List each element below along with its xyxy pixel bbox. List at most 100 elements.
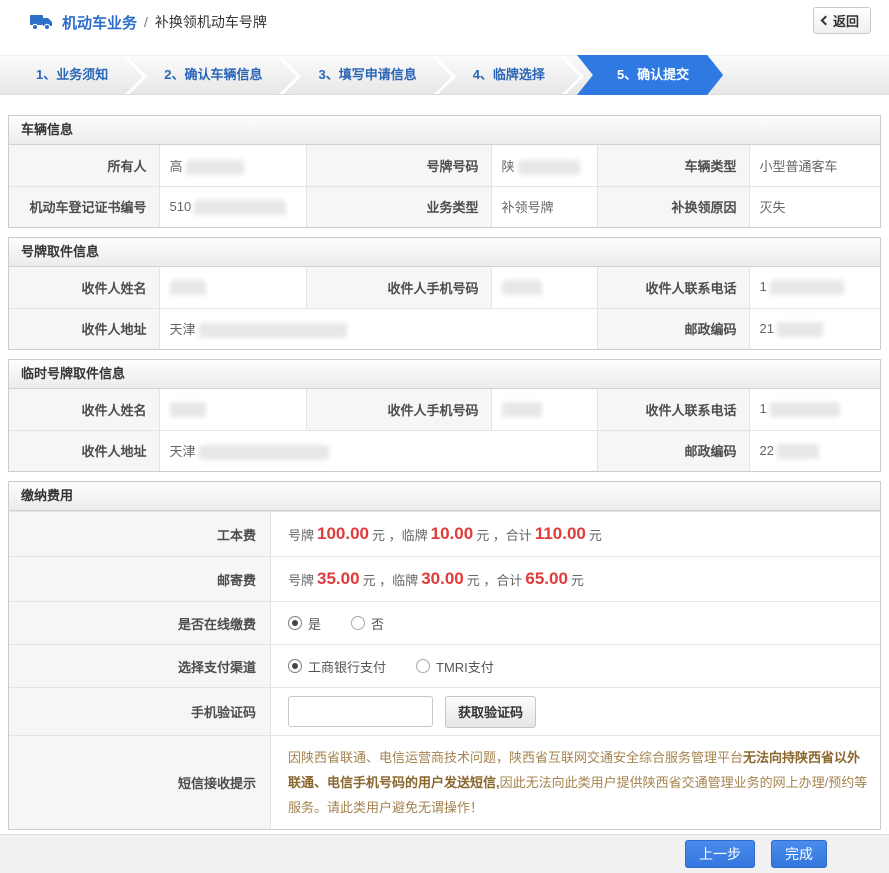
fee-amount: 110.00 bbox=[532, 524, 589, 544]
vehicle-info-table: 所有人 高 号牌号码 陕 车辆类型 小型普通客车 机动车登记证书编号 510 业… bbox=[9, 145, 880, 227]
recipient-name-value bbox=[159, 267, 306, 308]
radio-option-icbc[interactable]: 工商银行支付 bbox=[288, 657, 386, 676]
zip-code-value: 22 bbox=[749, 430, 880, 471]
radio-unchecked-icon[interactable] bbox=[351, 616, 365, 630]
recipient-name-label: 收件人姓名 bbox=[9, 267, 159, 308]
radio-option-no[interactable]: 否 bbox=[351, 614, 384, 633]
fee-amount: 65.00 bbox=[522, 569, 571, 589]
fee-text: 元 bbox=[589, 525, 602, 544]
redacted-value bbox=[170, 280, 206, 295]
payment-channel-options: 工商银行支付 TMRI支付 bbox=[271, 645, 880, 687]
fee-text: 元 ，临牌 bbox=[363, 570, 419, 589]
step-separator-icon bbox=[561, 56, 585, 94]
sms-captcha-content: 获取验证码 bbox=[271, 688, 880, 735]
fee-text: 元 bbox=[571, 570, 584, 589]
page-title: 补换领机动车号牌 bbox=[155, 12, 267, 32]
postage-fee-row: 邮寄费 号牌 35.00 元 ，临牌 30.00 元 ，合计 65.00 元 bbox=[9, 556, 880, 601]
redacted-value bbox=[518, 160, 580, 175]
top-bar: 机动车业务 / 补换领机动车号牌 返回 bbox=[0, 0, 889, 44]
sms-captcha-label: 手机验证码 bbox=[9, 688, 271, 735]
recipient-mobile-value bbox=[491, 267, 597, 308]
redacted-value bbox=[186, 160, 244, 175]
cost-fee-value: 号牌 100.00 元 ，临牌 10.00 元 ，合计 110.00 元 bbox=[271, 512, 880, 556]
captcha-input[interactable] bbox=[288, 696, 433, 727]
radio-checked-icon[interactable] bbox=[288, 659, 302, 673]
step-tab-4[interactable]: 4、临牌选择 bbox=[457, 56, 561, 94]
radio-option-tmri[interactable]: TMRI支付 bbox=[416, 657, 494, 676]
finish-button[interactable]: 完成 bbox=[771, 840, 827, 868]
cost-fee-label: 工本费 bbox=[9, 512, 271, 556]
online-payment-row: 是否在线缴费 是 否 bbox=[9, 601, 880, 644]
section-plate-delivery: 号牌取件信息 收件人姓名 收件人手机号码 收件人联系电话 1 收件人地址 天津 … bbox=[8, 237, 881, 350]
cost-fee-row: 工本费 号牌 100.00 元 ，临牌 10.00 元 ，合计 110.00 元 bbox=[9, 511, 880, 556]
radio-option-label: 是 bbox=[308, 614, 321, 633]
sms-notice-label: 短信接收提示 bbox=[9, 736, 271, 829]
owner-label: 所有人 bbox=[9, 145, 159, 186]
recipient-address-label: 收件人地址 bbox=[9, 430, 159, 471]
radio-unchecked-icon[interactable] bbox=[416, 659, 430, 673]
section-payment: 缴纳费用 工本费 号牌 100.00 元 ，临牌 10.00 元 ，合计 110… bbox=[8, 481, 881, 830]
sms-warning-part1: 因陕西省联通、电信运营商技术问题，陕西省互联网交通安全综合服务管理平台 bbox=[288, 750, 743, 765]
table-row: 所有人 高 号牌号码 陕 车辆类型 小型普通客车 bbox=[9, 145, 880, 186]
step-tab-2[interactable]: 2、确认车辆信息 bbox=[148, 56, 278, 94]
sms-notice-content: 因陕西省联通、电信运营商技术问题，陕西省互联网交通安全综合服务管理平台无法向持陕… bbox=[271, 736, 880, 829]
recipient-mobile-label: 收件人手机号码 bbox=[306, 389, 491, 430]
step-tab-3[interactable]: 3、填写申请信息 bbox=[302, 56, 432, 94]
section-title: 车辆信息 bbox=[9, 116, 880, 145]
redacted-value bbox=[502, 280, 542, 295]
fee-amount: 35.00 bbox=[314, 569, 363, 589]
breadcrumb: 机动车业务 / 补换领机动车号牌 bbox=[30, 12, 267, 33]
table-row: 收件人姓名 收件人手机号码 收件人联系电话 1 bbox=[9, 389, 880, 430]
step-tab-1[interactable]: 1、业务须知 bbox=[20, 56, 124, 94]
back-button-label: 返回 bbox=[833, 11, 859, 30]
radio-option-yes[interactable]: 是 bbox=[288, 614, 321, 633]
redacted-value bbox=[777, 444, 819, 459]
radio-checked-icon[interactable] bbox=[288, 616, 302, 630]
get-captcha-button[interactable]: 获取验证码 bbox=[445, 696, 536, 728]
recipient-address-label: 收件人地址 bbox=[9, 308, 159, 349]
recipient-mobile-label: 收件人手机号码 bbox=[306, 267, 491, 308]
previous-step-button[interactable]: 上一步 bbox=[685, 840, 755, 868]
step-separator-icon bbox=[278, 56, 302, 94]
breadcrumb-separator: / bbox=[144, 14, 148, 30]
fee-amount: 10.00 bbox=[428, 524, 477, 544]
postage-fee-label: 邮寄费 bbox=[9, 557, 271, 601]
redacted-value bbox=[199, 323, 347, 338]
redacted-value bbox=[170, 402, 206, 417]
fee-text: 号牌 bbox=[288, 525, 314, 544]
vehicle-type-value: 小型普通客车 bbox=[749, 145, 880, 186]
step-separator-icon bbox=[124, 56, 148, 94]
section-title: 号牌取件信息 bbox=[9, 238, 880, 267]
section-title: 缴纳费用 bbox=[9, 482, 880, 511]
business-type-label: 业务类型 bbox=[306, 186, 491, 227]
table-row: 收件人姓名 收件人手机号码 收件人联系电话 1 bbox=[9, 267, 880, 308]
plate-delivery-table: 收件人姓名 收件人手机号码 收件人联系电话 1 收件人地址 天津 邮政编码 21 bbox=[9, 267, 880, 349]
back-button[interactable]: 返回 bbox=[813, 7, 871, 34]
zip-code-value: 21 bbox=[749, 308, 880, 349]
fee-text: 元 ，临牌 bbox=[372, 525, 428, 544]
section-temp-plate-delivery: 临时号牌取件信息 收件人姓名 收件人手机号码 收件人联系电话 1 收件人地址 天… bbox=[8, 359, 881, 472]
fee-text: 号牌 bbox=[288, 570, 314, 589]
recipient-phone-label: 收件人联系电话 bbox=[597, 267, 749, 308]
redacted-value bbox=[502, 402, 542, 417]
radio-option-label: TMRI支付 bbox=[436, 657, 494, 676]
fee-text: 元 ，合计 bbox=[476, 525, 532, 544]
recipient-phone-value: 1 bbox=[749, 389, 880, 430]
reason-value: 灭失 bbox=[749, 186, 880, 227]
plate-number-value: 陕 bbox=[491, 145, 597, 186]
business-type-value: 补领号牌 bbox=[491, 186, 597, 227]
sms-warning-text: 因陕西省联通、电信运营商技术问题，陕西省互联网交通安全综合服务管理平台无法向持陕… bbox=[288, 745, 868, 820]
redacted-value bbox=[194, 200, 286, 215]
section-title: 临时号牌取件信息 bbox=[9, 360, 880, 389]
registration-cert-label: 机动车登记证书编号 bbox=[9, 186, 159, 227]
step-tab-5-active[interactable]: 5、确认提交 bbox=[577, 55, 723, 95]
radio-option-label: 否 bbox=[371, 614, 384, 633]
payment-channel-row: 选择支付渠道 工商银行支付 TMRI支付 bbox=[9, 644, 880, 687]
online-payment-label: 是否在线缴费 bbox=[9, 602, 271, 644]
recipient-address-value: 天津 bbox=[159, 430, 597, 471]
vehicle-type-label: 车辆类型 bbox=[597, 145, 749, 186]
redacted-value bbox=[770, 402, 840, 417]
registration-cert-value: 510 bbox=[159, 186, 306, 227]
redacted-value bbox=[770, 280, 844, 295]
fee-amount: 100.00 bbox=[314, 524, 372, 544]
